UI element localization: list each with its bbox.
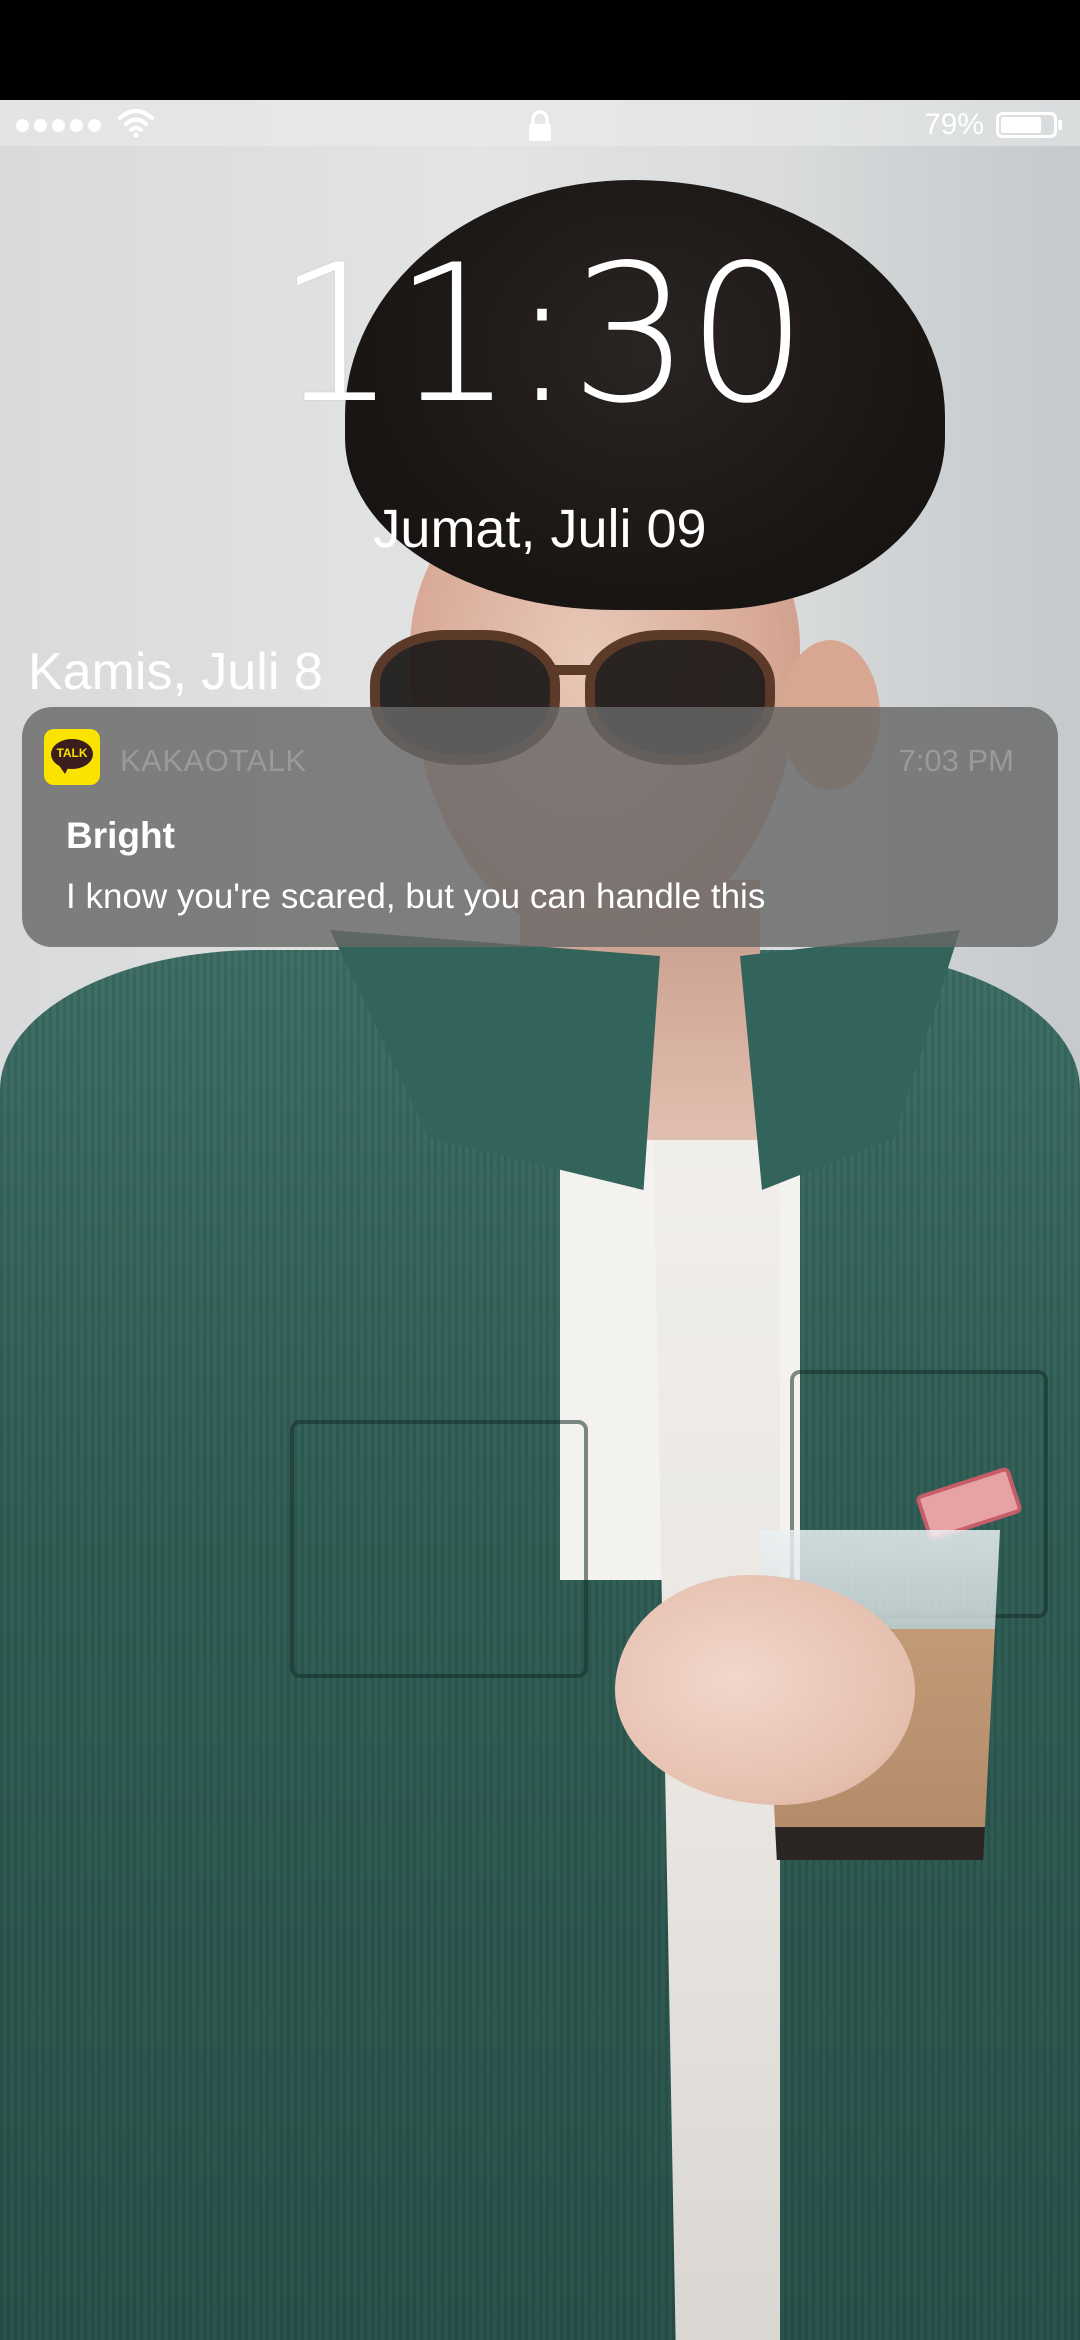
wifi-icon: [118, 109, 154, 138]
notification-app-name: KAKAOTALK: [120, 743, 307, 778]
lock-screen-clock: 11:30: [276, 224, 808, 445]
app-icon-label: TALK: [56, 746, 88, 760]
lock-screen-date: Jumat, Juli 09: [373, 499, 707, 559]
chat-bubble-tail: [58, 764, 70, 774]
lock-icon: [529, 110, 551, 141]
notification-group-header: Kamis, Juli 8: [28, 643, 323, 701]
notification-card[interactable]: TALK KAKAOTALK 7:03 PM Bright I know you…: [22, 707, 1058, 947]
top-black-bar: [0, 0, 1080, 100]
notification-sender: Bright: [66, 815, 175, 856]
notification-message: I know you're scared, but you can handle…: [66, 877, 766, 916]
pocket-left-shape: [290, 1420, 588, 1678]
signal-strength-icon: [16, 119, 101, 132]
notification-time: 7:03 PM: [898, 743, 1014, 778]
kakaotalk-icon: TALK: [44, 729, 100, 785]
lock-screen: 79% 11:30 Jumat, Juli 09 Kamis, Juli 8 T…: [0, 0, 1080, 2340]
notification-header: TALK KAKAOTALK 7:03 PM: [22, 707, 1058, 815]
battery-icon: [996, 112, 1062, 138]
battery-percentage: 79%: [923, 108, 984, 141]
status-bar: 79%: [0, 100, 1080, 146]
